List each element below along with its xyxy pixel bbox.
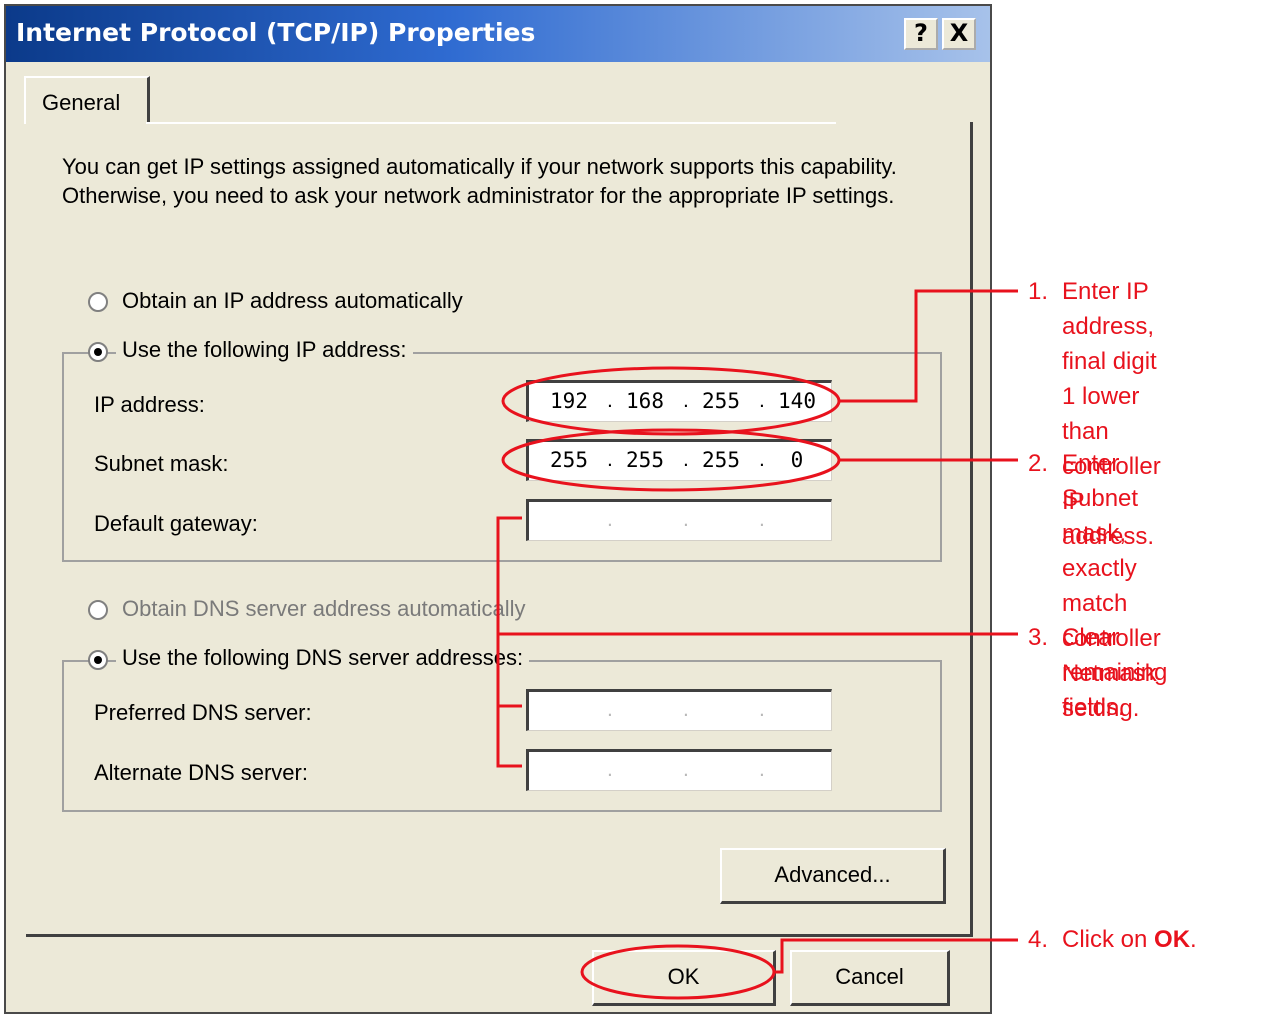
annotation-1-number: 1.: [1028, 278, 1049, 305]
annotation-2-number: 2.: [1028, 450, 1049, 477]
annotation-4-text: Click on OK.: [1062, 922, 1197, 957]
ip-address-highlight: [501, 366, 841, 436]
callout-1-line: [839, 289, 1018, 403]
annotation-4-ok: OK: [1154, 926, 1191, 953]
annotation-3-text: Clear remaining fields.: [1062, 624, 1168, 721]
annotation-4-prefix: Click on: [1062, 926, 1155, 953]
annotation-4-suffix: .: [1190, 926, 1197, 953]
annotation-3-number: 3.: [1028, 624, 1049, 651]
annotation-4-number: 4.: [1028, 926, 1049, 953]
callout-4-line: [774, 938, 1018, 974]
radio-use-dns[interactable]: [88, 650, 108, 670]
callout-3-gateway-bracket: [496, 516, 522, 768]
ok-button-highlight: [580, 944, 776, 1000]
radio-use-ip[interactable]: [88, 342, 108, 362]
subnet-mask-highlight: [501, 428, 841, 492]
